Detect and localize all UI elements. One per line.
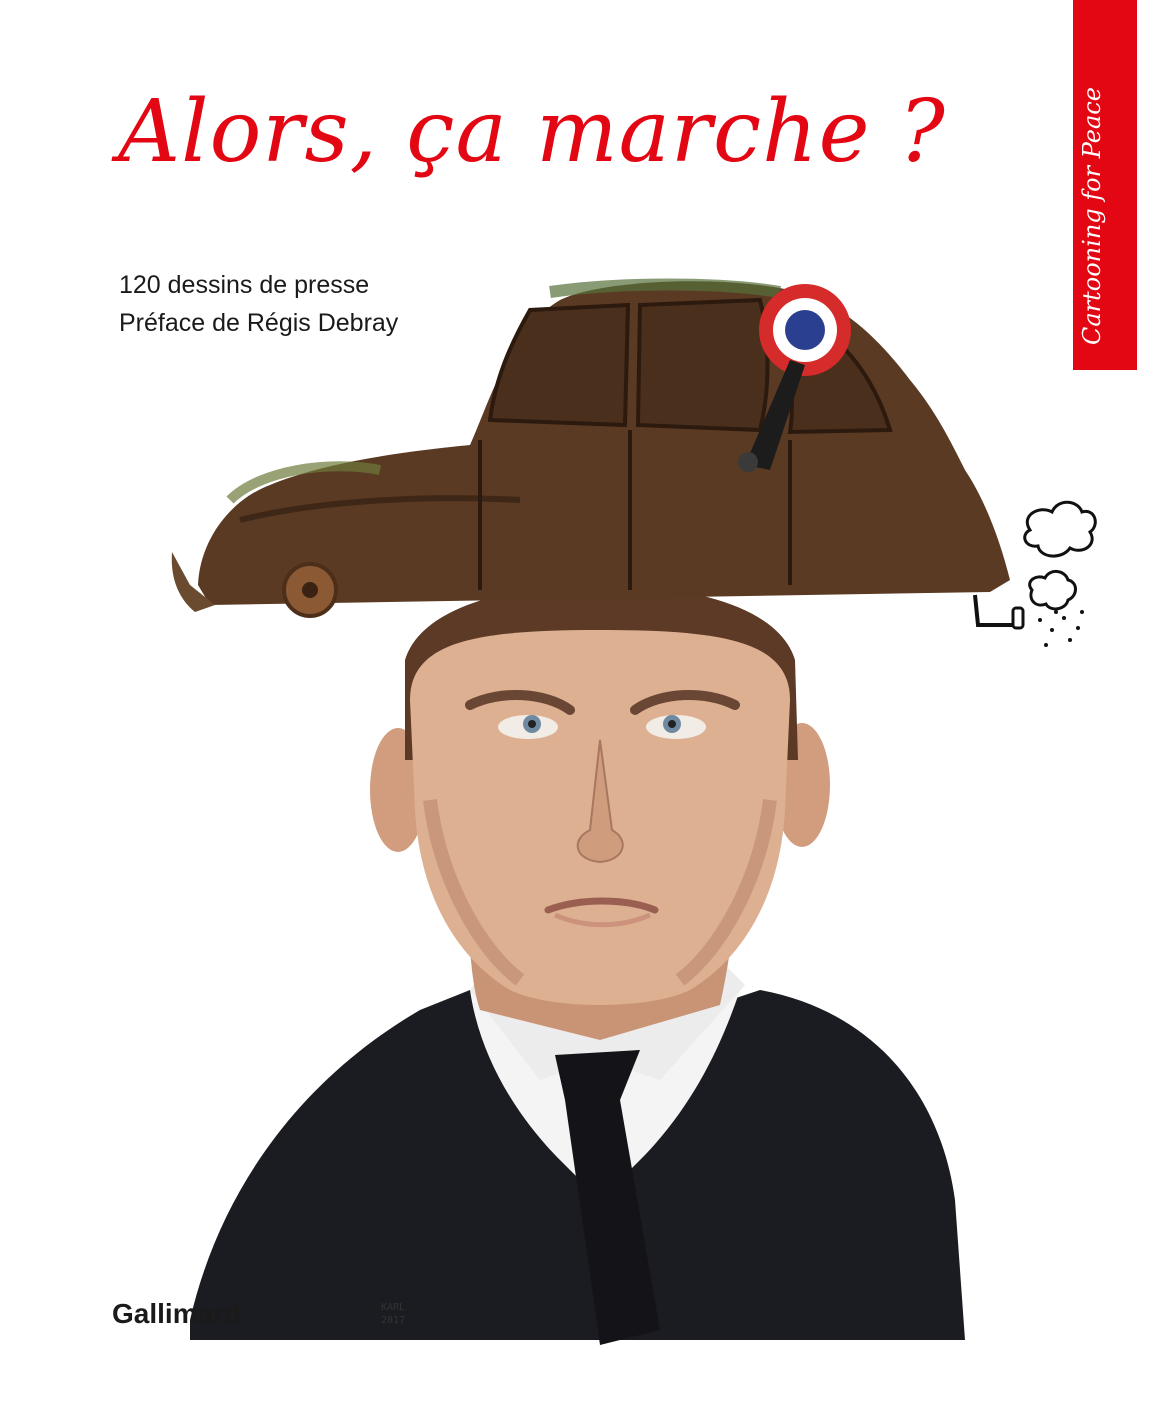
subtitle-line-1: 120 dessins de presse [119,271,370,299]
signature-name: KARL [380,1302,406,1313]
signature-year: 2017 [380,1315,406,1326]
smoke-cloud-lower [1028,570,1077,611]
artist-signature: KARL 2017 [363,1301,423,1327]
book-cover: Alors, ça marche ? 120 dessins de presse… [0,0,1157,1417]
caricature-illustration [171,278,1097,1345]
smoke-cloud-upper [1023,500,1097,558]
subtitle-line-2: Préface de Régis Debray [119,309,399,337]
series-label: Cartooning for Peace [1078,87,1106,345]
car-window-right [635,297,770,433]
subtitle: 120 dessins de presse Préface de Régis D… [119,266,398,342]
publisher-name: Gallimard [112,1298,242,1329]
book-title: Alors, ça marche ? [118,82,946,182]
car-window-left [487,302,631,428]
